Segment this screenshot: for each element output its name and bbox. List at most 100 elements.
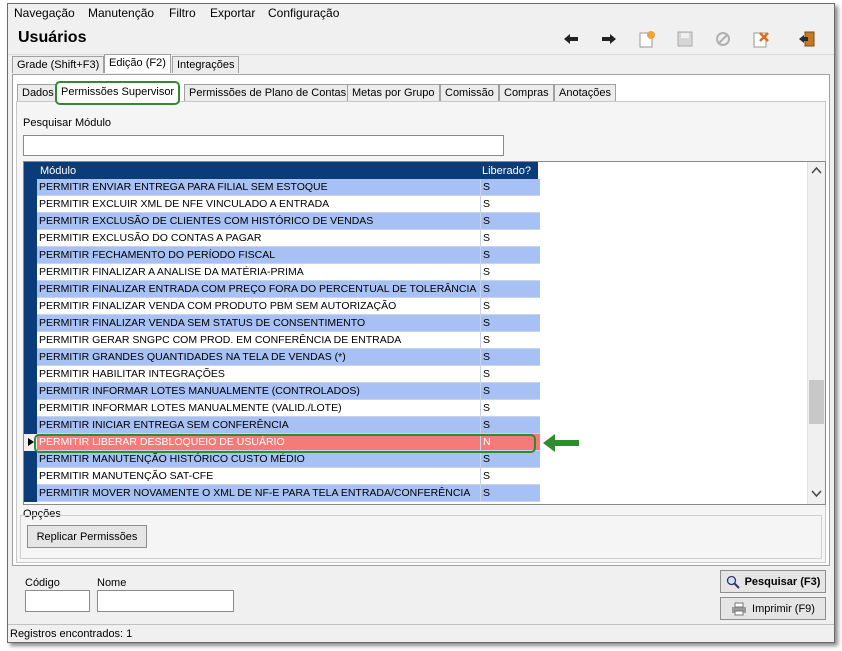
cell-liberado[interactable]: S xyxy=(481,315,540,332)
save-icon[interactable] xyxy=(674,29,696,49)
menu-manutencao[interactable]: Manutenção xyxy=(88,6,154,20)
row-indicator[interactable] xyxy=(24,264,37,281)
table-row[interactable]: PERMITIR MANUTENÇÃO HISTÓRICO CUSTO MÉDI… xyxy=(24,451,540,468)
cancel-icon[interactable] xyxy=(712,29,734,49)
cell-liberado[interactable]: S xyxy=(481,213,540,230)
row-indicator[interactable] xyxy=(24,281,37,298)
row-indicator[interactable] xyxy=(24,468,37,485)
row-indicator[interactable] xyxy=(24,383,37,400)
cell-liberado[interactable]: S xyxy=(481,366,540,383)
table-row[interactable]: PERMITIR FINALIZAR VENDA SEM STATUS DE C… xyxy=(24,315,540,332)
cell-liberado[interactable]: S xyxy=(481,417,540,434)
row-indicator[interactable] xyxy=(24,213,37,230)
delete-icon[interactable] xyxy=(750,29,772,49)
cell-modulo[interactable]: PERMITIR GERAR SNGPC COM PROD. EM CONFER… xyxy=(37,332,481,349)
arrow-left-icon[interactable] xyxy=(560,29,582,49)
tab-comissao[interactable]: Comissão xyxy=(440,84,499,101)
table-row[interactable]: PERMITIR GERAR SNGPC COM PROD. EM CONFER… xyxy=(24,332,540,349)
row-indicator[interactable] xyxy=(24,451,37,468)
tab-metas-por-grupo[interactable]: Metas por Grupo xyxy=(347,84,440,101)
table-row[interactable]: PERMITIR FECHAMENTO DO PERÍODO FISCAL S xyxy=(24,247,540,264)
cell-modulo[interactable]: PERMITIR GRANDES QUANTIDADES NA TELA DE … xyxy=(37,349,481,366)
replicate-permissions-button[interactable]: Replicar Permissões xyxy=(27,525,147,548)
tab-edicao[interactable]: Edição (F2) xyxy=(104,54,171,73)
arrow-right-icon[interactable] xyxy=(598,29,620,49)
tab-compras[interactable]: Compras xyxy=(499,84,554,101)
cell-modulo[interactable]: PERMITIR FECHAMENTO DO PERÍODO FISCAL xyxy=(37,247,481,264)
tab-integracoes[interactable]: Integrações xyxy=(172,56,240,73)
row-indicator[interactable] xyxy=(24,400,37,417)
table-row[interactable]: PERMITIR FINALIZAR VENDA COM PRODUTO PBM… xyxy=(24,298,540,315)
cell-liberado[interactable]: S xyxy=(481,485,540,502)
cell-liberado[interactable]: S xyxy=(481,332,540,349)
table-row[interactable]: PERMITIR EXCLUSÃO DO CONTAS A PAGAR S xyxy=(24,230,540,247)
new-record-icon[interactable] xyxy=(636,29,658,49)
table-row[interactable]: PERMITIR MOVER NOVAMENTE O XML DE NF-E P… xyxy=(24,485,540,502)
nome-field[interactable] xyxy=(97,590,234,612)
tab-permissoes-plano-contas[interactable]: Permissões de Plano de Contas xyxy=(184,84,352,101)
cell-liberado[interactable]: S xyxy=(481,468,540,485)
row-indicator[interactable] xyxy=(24,247,37,264)
tab-permissoes-supervisor[interactable]: Permissões Supervisor xyxy=(55,81,181,105)
row-indicator[interactable] xyxy=(24,349,37,366)
cell-modulo[interactable]: PERMITIR MANUTENÇÃO SAT-CFE xyxy=(37,468,481,485)
tab-grade[interactable]: Grade (Shift+F3) xyxy=(12,56,105,73)
tab-dados[interactable]: Dados xyxy=(17,84,59,101)
cell-modulo[interactable]: PERMITIR EXCLUSÃO DO CONTAS A PAGAR xyxy=(37,230,481,247)
cell-modulo[interactable]: PERMITIR INFORMAR LOTES MANUALMENTE (VAL… xyxy=(37,400,481,417)
search-module-input[interactable] xyxy=(23,135,504,156)
row-indicator[interactable] xyxy=(24,298,37,315)
cell-modulo[interactable]: PERMITIR FINALIZAR ENTRADA COM PREÇO FOR… xyxy=(37,281,481,298)
table-row[interactable]: PERMITIR FINALIZAR A ANALISE DA MATÉRIA-… xyxy=(24,264,540,281)
tab-anotacoes[interactable]: Anotações xyxy=(554,84,616,101)
cell-modulo[interactable]: PERMITIR INICIAR ENTREGA SEM CONFERÊNCIA xyxy=(37,417,481,434)
menu-exportar[interactable]: Exportar xyxy=(210,6,255,20)
table-row[interactable]: PERMITIR ENVIAR ENTREGA PARA FILIAL SEM … xyxy=(24,179,540,196)
imprimir-button[interactable]: Imprimir (F9) xyxy=(720,597,826,620)
table-row[interactable]: PERMITIR GRANDES QUANTIDADES NA TELA DE … xyxy=(24,349,540,366)
scroll-thumb[interactable] xyxy=(809,380,824,424)
row-indicator[interactable] xyxy=(24,315,37,332)
cell-liberado[interactable]: S xyxy=(481,179,540,196)
table-row[interactable]: PERMITIR HABILITAR INTEGRAÇÕES S xyxy=(24,366,540,383)
codigo-field[interactable] xyxy=(25,590,90,612)
cell-modulo[interactable]: PERMITIR MANUTENÇÃO HISTÓRICO CUSTO MÉDI… xyxy=(37,451,481,468)
scroll-up-icon[interactable] xyxy=(811,166,822,174)
table-row[interactable]: PERMITIR FINALIZAR ENTRADA COM PREÇO FOR… xyxy=(24,281,540,298)
column-header-modulo[interactable]: Módulo xyxy=(40,165,76,177)
cell-liberado[interactable]: S xyxy=(481,349,540,366)
cell-modulo[interactable]: PERMITIR INFORMAR LOTES MANUALMENTE (CON… xyxy=(37,383,481,400)
menu-navegacao[interactable]: Navegação xyxy=(14,6,75,20)
cell-liberado[interactable]: S xyxy=(481,281,540,298)
cell-modulo[interactable]: PERMITIR EXCLUSÃO DE CLIENTES COM HISTÓR… xyxy=(37,213,481,230)
table-row[interactable]: PERMITIR EXCLUSÃO DE CLIENTES COM HISTÓR… xyxy=(24,213,540,230)
cell-modulo[interactable]: PERMITIR FINALIZAR VENDA SEM STATUS DE C… xyxy=(37,315,481,332)
row-indicator[interactable] xyxy=(24,366,37,383)
cell-modulo[interactable]: PERMITIR MOVER NOVAMENTE O XML DE NF-E P… xyxy=(37,485,481,502)
exit-icon[interactable] xyxy=(796,29,818,49)
cell-liberado[interactable]: S xyxy=(481,264,540,281)
table-row[interactable]: PERMITIR EXCLUIR XML DE NFE VINCULADO A … xyxy=(24,196,540,213)
row-indicator[interactable] xyxy=(24,332,37,349)
cell-liberado[interactable]: S xyxy=(481,230,540,247)
table-row[interactable]: PERMITIR MANUTENÇÃO SAT-CFE S xyxy=(24,468,540,485)
cell-liberado[interactable]: S xyxy=(481,400,540,417)
menu-filtro[interactable]: Filtro xyxy=(169,6,196,20)
cell-modulo[interactable]: PERMITIR FINALIZAR VENDA COM PRODUTO PBM… xyxy=(37,298,481,315)
table-row[interactable]: PERMITIR INFORMAR LOTES MANUALMENTE (VAL… xyxy=(24,400,540,417)
cell-liberado[interactable]: S xyxy=(481,196,540,213)
row-indicator[interactable] xyxy=(24,417,37,434)
table-row[interactable]: PERMITIR INFORMAR LOTES MANUALMENTE (CON… xyxy=(24,383,540,400)
pesquisar-button[interactable]: Pesquisar (F3) xyxy=(720,570,826,593)
grid-scrollbar[interactable] xyxy=(807,162,825,504)
cell-liberado[interactable]: S xyxy=(481,451,540,468)
row-indicator[interactable] xyxy=(24,196,37,213)
table-row[interactable]: PERMITIR INICIAR ENTREGA SEM CONFERÊNCIA… xyxy=(24,417,540,434)
cell-modulo[interactable]: PERMITIR ENVIAR ENTREGA PARA FILIAL SEM … xyxy=(37,179,481,196)
cell-liberado[interactable]: S xyxy=(481,298,540,315)
menu-configuracao[interactable]: Configuração xyxy=(268,6,339,20)
cell-modulo[interactable]: PERMITIR EXCLUIR XML DE NFE VINCULADO A … xyxy=(37,196,481,213)
column-header-liberado[interactable]: Liberado? xyxy=(482,165,531,177)
row-indicator[interactable] xyxy=(24,230,37,247)
cell-liberado[interactable]: S xyxy=(481,383,540,400)
